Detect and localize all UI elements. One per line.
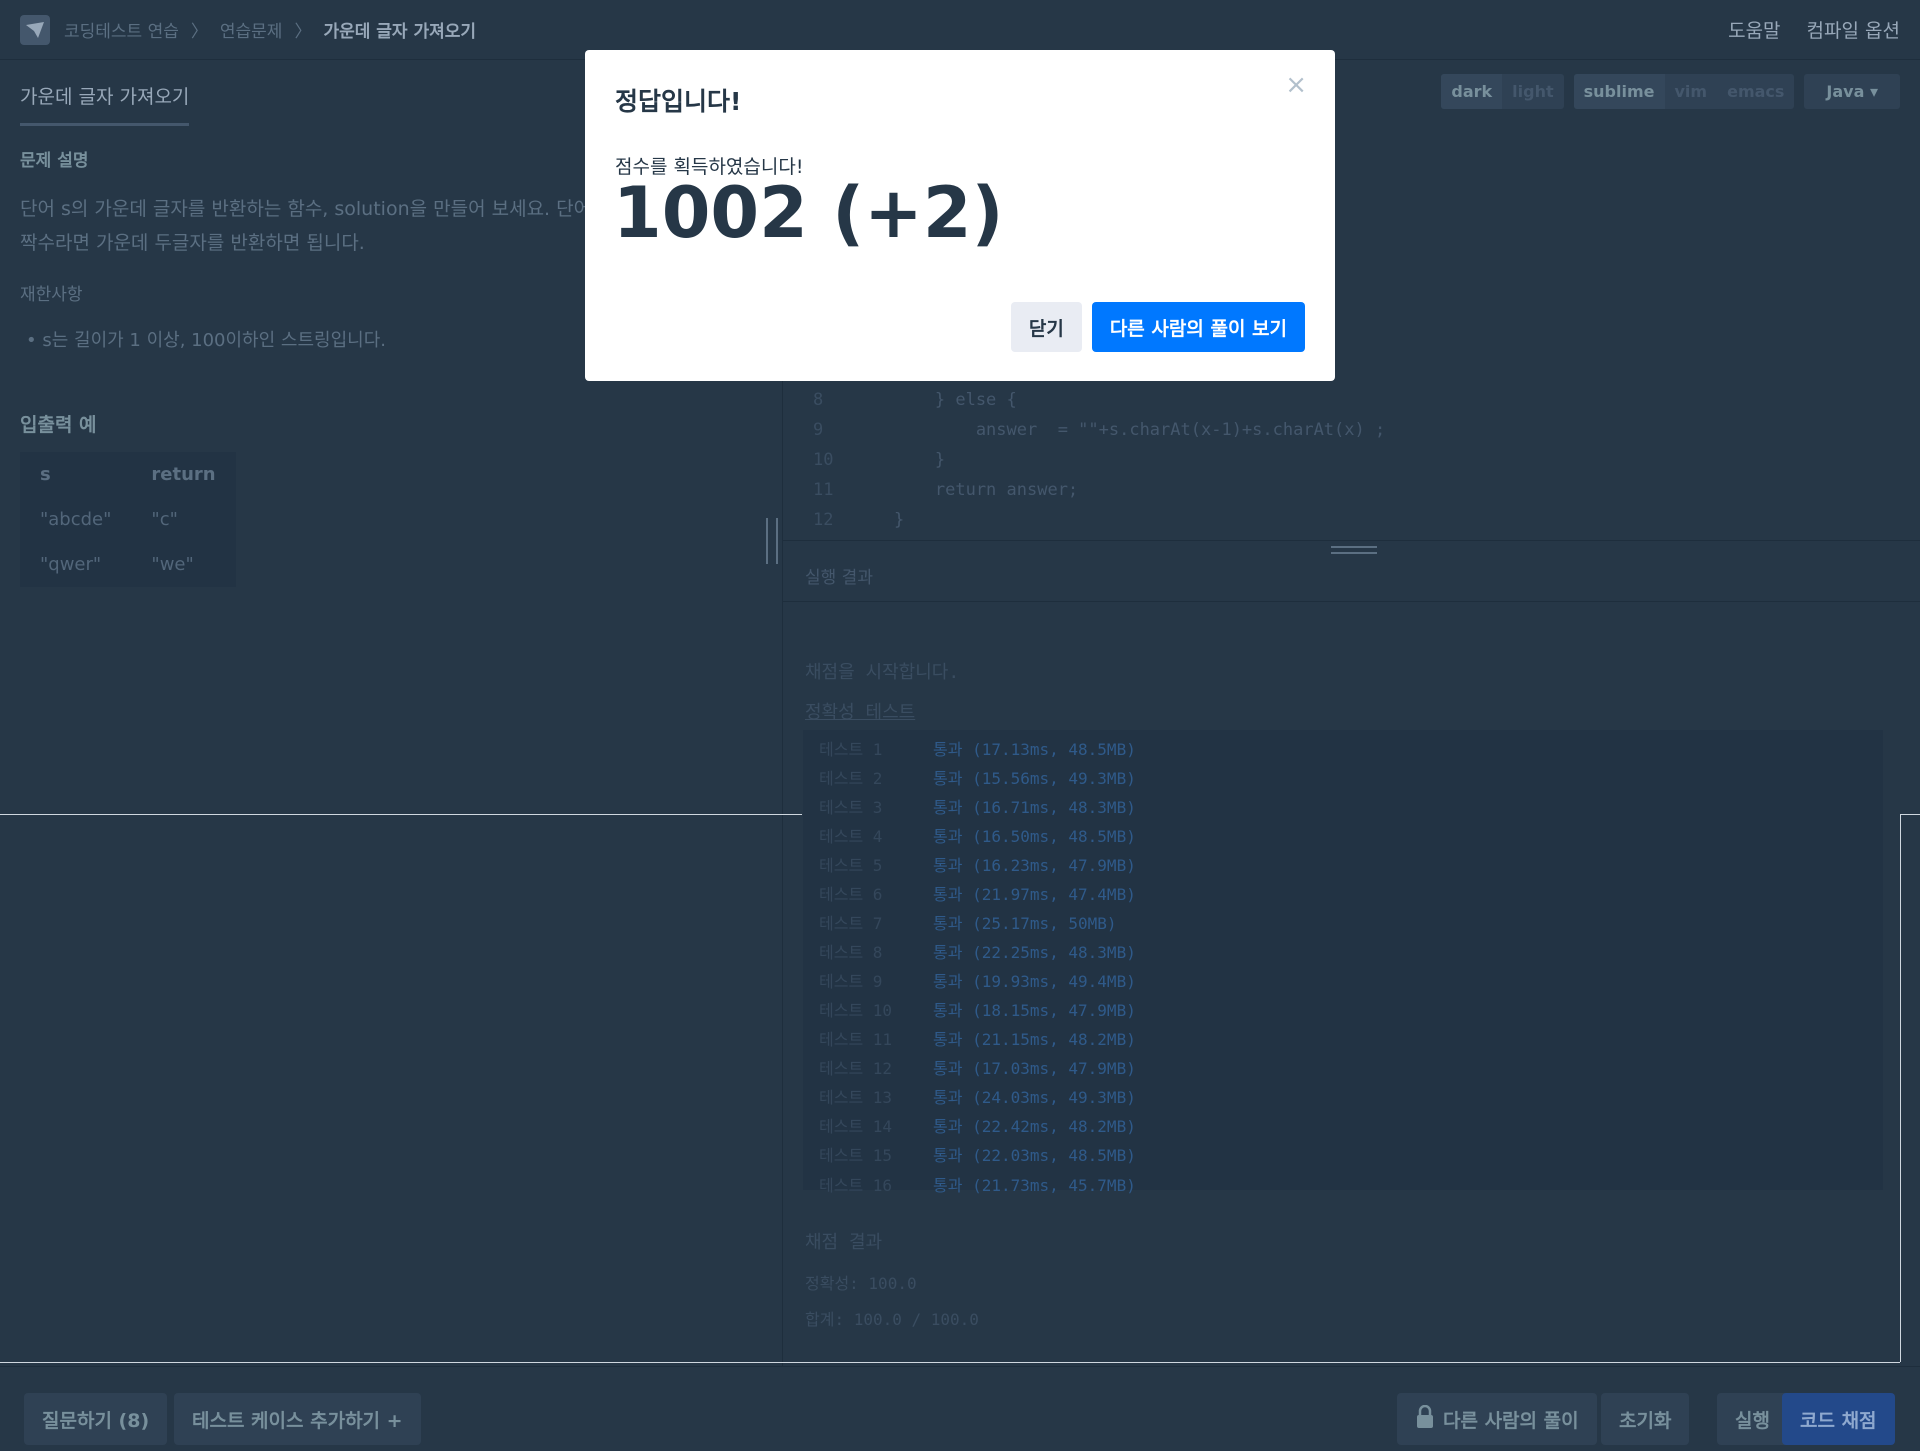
language-select[interactable]: Java ▾ [1804,74,1900,109]
keymap-sublime-button[interactable]: sublime [1573,74,1665,109]
bottom-action-bar: 질문하기 (8) 테스트 케이스 추가하기 + 다른 사람의 풀이 초기화 실행… [0,1366,1920,1451]
result-header: 실행 결과 [783,540,1920,602]
code-line: 11 return answer; [813,480,1079,500]
io-example-table: s return "abcde" "c" "qwer" "we" [20,452,236,587]
theme-light-button[interactable]: light [1502,74,1563,109]
test-row: 테스트 7 통과 (25.17ms, 50MB) [819,914,1117,933]
test-row: 테스트 2 통과 (15.56ms, 49.3MB) [819,769,1136,788]
breadcrumb-practice[interactable]: 연습문제 [220,17,283,42]
keymap-toggle: sublime vim emacs [1573,74,1795,109]
compile-options-link[interactable]: 컴파일 옵션 [1807,16,1900,43]
test-row: 테스트 15 통과 (22.03ms, 48.5MB) [819,1146,1136,1165]
reset-button[interactable]: 초기화 [1601,1393,1690,1445]
test-row: 테스트 12 통과 (17.03ms, 47.9MB) [819,1059,1136,1078]
modal-title: 정답입니다! [615,87,742,116]
close-button[interactable]: 닫기 [1010,302,1082,352]
test-results-list: 테스트 1 통과 (17.13ms, 48.5MB) 테스트 2 통과 (15.56… [803,730,1883,1190]
view-others-solutions-button[interactable]: 다른 사람의 풀이 [1397,1393,1597,1445]
test-row: 테스트 9 통과 (19.93ms, 49.4MB) [819,972,1136,991]
accuracy-score: 정확성: 100.0 [805,1274,917,1293]
test-row: 테스트 3 통과 (16.71ms, 48.3MB) [819,798,1136,817]
run-button[interactable]: 실행 [1717,1393,1788,1445]
add-testcase-button[interactable]: 테스트 케이스 추가하기 + [174,1393,421,1445]
grading-start-text: 채점을 시작합니다. [805,662,960,683]
ask-question-button[interactable]: 질문하기 (8) [24,1393,168,1445]
result-modal: 정답입니다! × 점수를 획득하였습니다! 1002 (+2) 닫기 다른 사람… [585,50,1335,381]
submit-button[interactable]: 코드 채점 [1782,1393,1895,1445]
code-line: 8 } else { [813,390,1017,410]
divider [0,1362,1900,1363]
constraint-item: • s는 길이가 1 이상, 100이하인 스트링입니다. [26,330,386,351]
code-line: 12 } [813,510,905,530]
test-row: 테스트 4 통과 (16.50ms, 48.5MB) [819,827,1136,846]
grading-result-heading: 채점 결과 [805,1232,883,1253]
table-row: "abcde" "c" [20,497,236,542]
others-solutions-label: 다른 사람의 풀이 [1443,1409,1579,1432]
test-row: 테스트 1 통과 (17.13ms, 48.5MB) [819,740,1136,759]
test-row: 테스트 6 통과 (21.97ms, 47.4MB) [819,885,1136,904]
total-score: 합계: 100.0 / 100.0 [805,1310,979,1329]
code-line: 9 answer = ""+s.charAt(x-1)+s.charAt(x) … [813,420,1386,440]
code-line: 10 } [813,450,946,470]
breadcrumb-current: 가운데 글자 가져오기 [323,22,477,42]
chevron-right-icon: 〉 [294,22,312,42]
test-row: 테스트 8 통과 (22.25ms, 48.3MB) [819,943,1136,962]
divider [1900,814,1920,815]
test-row: 테스트 14 통과 (22.42ms, 48.2MB) [819,1117,1136,1136]
lock-icon [1415,1404,1435,1434]
io-cell: "c" [151,509,178,530]
test-row: 테스트 10 통과 (18.15ms, 47.9MB) [819,1001,1136,1020]
breadcrumb-coding-test[interactable]: 코딩테스트 연습 [64,17,179,42]
vertical-resize-handle[interactable] [766,518,778,564]
result-heading: 실행 결과 [805,568,873,588]
theme-dark-button[interactable]: dark [1441,74,1503,109]
divider [802,814,803,1362]
test-row: 테스트 16 통과 (21.73ms, 45.7MB) [819,1176,1136,1195]
chevron-right-icon: 〉 [190,22,208,42]
io-cell: "abcde" [40,509,112,530]
editor-toolbar: dark light sublime vim emacs Java ▾ [1441,74,1900,109]
io-cell: "qwer" [40,554,102,575]
io-heading: 입출력 예 [20,414,97,436]
theme-toggle: dark light [1441,74,1564,109]
breadcrumb: 코딩테스트 연습 〉 연습문제 〉 가운데 글자 가져오기 [64,17,476,42]
keymap-vim-button[interactable]: vim [1665,74,1718,109]
constraints-heading: 재한사항 [20,285,83,305]
io-cell: "we" [151,554,194,575]
test-row: 테스트 11 통과 (21.15ms, 48.2MB) [819,1030,1136,1049]
table-row: "qwer" "we" [20,542,236,587]
help-link[interactable]: 도움말 [1728,16,1780,43]
divider [0,814,802,815]
description-heading: 문제 설명 [20,151,89,171]
divider [1900,814,1901,1362]
score-display: 1002 (+2) [613,172,1004,254]
io-col-return: return [151,464,216,485]
accuracy-test-label: 정확성 테스트 [805,702,916,723]
view-others-button[interactable]: 다른 사람의 풀이 보기 [1091,302,1305,352]
logo-icon[interactable] [20,14,50,45]
test-row: 테스트 13 통과 (24.03ms, 49.3MB) [819,1088,1136,1107]
keymap-emacs-button[interactable]: emacs [1717,74,1794,109]
io-col-s: s [40,464,51,485]
close-icon[interactable]: × [1285,70,1307,100]
problem-tab[interactable]: 가운데 글자 가져오기 [20,82,190,126]
test-row: 테스트 5 통과 (16.23ms, 47.9MB) [819,856,1136,875]
